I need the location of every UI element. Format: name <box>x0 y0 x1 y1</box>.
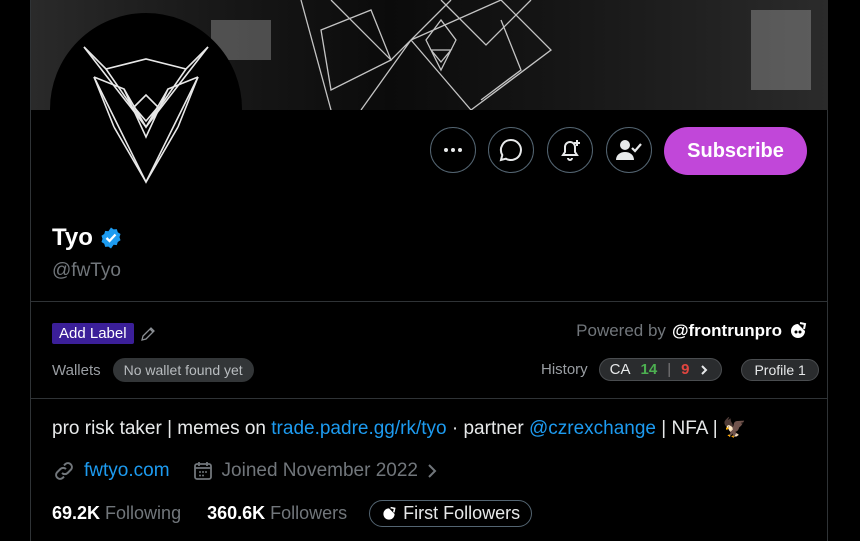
handle: @fwTyo <box>52 260 121 281</box>
ca-history-button[interactable]: CA 14 | 9 <box>598 358 723 381</box>
ca-green-count: 14 <box>640 361 658 378</box>
avatar-logo-icon <box>83 46 209 184</box>
notify-icon <box>561 140 580 161</box>
divider-top <box>31 301 828 302</box>
joined-date[interactable]: Joined November 2022 <box>222 460 418 482</box>
followers-count: 360.6K <box>207 503 266 523</box>
powered-by-brand[interactable]: @frontrunpro <box>672 321 782 341</box>
followers-link[interactable]: 360.6K Followers <box>207 503 347 524</box>
verified-icon[interactable] <box>99 226 123 250</box>
powered-by-label: Powered by <box>576 321 666 340</box>
name-row: Tyo <box>52 224 123 252</box>
bio: pro risk taker | memes on trade.padre.gg… <box>52 416 747 440</box>
frontrun-icon <box>383 506 396 520</box>
no-wallet-badge: No wallet found yet <box>112 358 254 382</box>
powered-by[interactable]: Powered by @frontrunpro <box>576 321 808 341</box>
add-label-button[interactable]: Add Label <box>52 323 134 344</box>
following-label: Following <box>105 503 182 523</box>
first-followers-button[interactable]: First Followers <box>369 500 533 527</box>
history-row: History CA 14 | 9 Profile 1 <box>541 358 819 381</box>
edit-icon[interactable] <box>140 326 156 342</box>
wallets-row: Wallets No wallet found yet <box>52 358 254 382</box>
following-count: 69.2K <box>52 503 101 523</box>
bio-text-2: · partner <box>446 418 529 439</box>
profile-history-button[interactable]: Profile 1 <box>741 358 819 381</box>
first-followers-label: First Followers <box>403 503 521 523</box>
bio-text-1: pro risk taker | memes on <box>52 418 272 439</box>
calendar-icon <box>193 462 212 480</box>
divider-mid <box>31 398 828 399</box>
ca-separator: | <box>667 361 672 378</box>
display-name: Tyo <box>52 224 93 251</box>
ca-red-count: 9 <box>681 361 690 378</box>
chevron-right-icon <box>701 364 708 375</box>
avatar[interactable] <box>50 13 242 205</box>
bio-text-3: | NFA | 🦅 <box>656 418 747 439</box>
website-link[interactable]: fwtyo.com <box>84 460 170 482</box>
following-link[interactable]: 69.2K Following <box>52 503 181 524</box>
followers-label: Followers <box>270 503 348 523</box>
more-button[interactable] <box>430 127 476 173</box>
add-label[interactable]: Add Label <box>52 323 156 344</box>
link-icon <box>55 462 73 480</box>
frontrun-icon <box>791 322 807 338</box>
message-button[interactable] <box>488 127 534 173</box>
profile-meta: fwtyo.com Joined November 2022 <box>52 459 438 483</box>
ca-label: CA <box>609 361 631 378</box>
more-icon <box>444 148 462 152</box>
notify-button[interactable] <box>547 127 593 173</box>
history-label: History <box>541 361 588 378</box>
chevron-right-icon[interactable] <box>426 462 438 480</box>
follow-icon <box>616 140 642 160</box>
bio-link-czrexchange[interactable]: @czrexchange <box>529 418 656 439</box>
subscribe-button[interactable]: Subscribe <box>664 127 807 175</box>
follow-stats: 69.2K Following 360.6K Followers First F… <box>52 500 533 527</box>
follow-button[interactable] <box>606 127 652 173</box>
message-icon <box>499 138 522 162</box>
wallets-label: Wallets <box>52 361 101 379</box>
bio-link-padre[interactable]: trade.padre.gg/rk/tyo <box>271 418 446 439</box>
